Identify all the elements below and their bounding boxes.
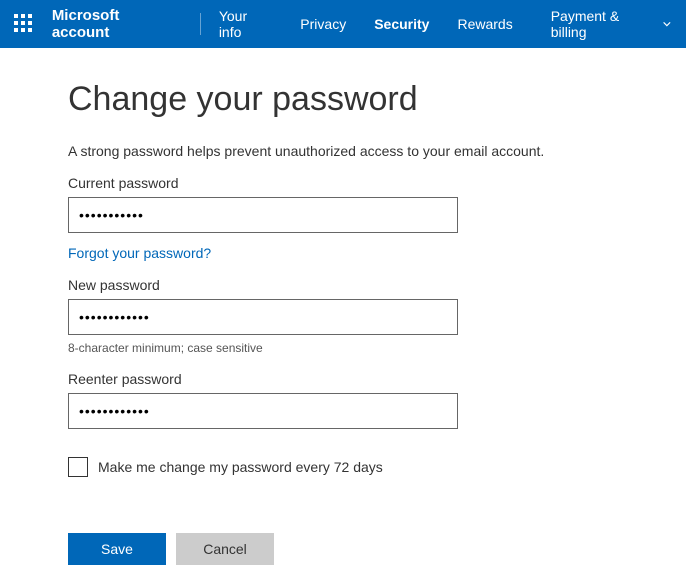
reenter-password-group: Reenter password <box>68 371 600 429</box>
change-every-72-days-row: Make me change my password every 72 days <box>68 457 600 477</box>
change-every-72-days-label: Make me change my password every 72 days <box>98 459 383 475</box>
nav-payment-billing[interactable]: Payment & billing <box>551 8 672 40</box>
button-row: Save Cancel <box>68 533 600 565</box>
cancel-button[interactable]: Cancel <box>176 533 274 565</box>
app-launcher-icon[interactable] <box>14 14 34 34</box>
reenter-password-label: Reenter password <box>68 371 600 387</box>
reenter-password-input[interactable] <box>68 393 458 429</box>
chevron-down-icon <box>662 19 672 29</box>
top-header: Microsoft account Your info Privacy Secu… <box>0 0 686 48</box>
top-nav: Your info Privacy Security Rewards Payme… <box>219 8 672 40</box>
nav-your-info[interactable]: Your info <box>219 8 272 40</box>
main-content: Change your password A strong password h… <box>0 48 600 565</box>
separator <box>200 13 201 35</box>
new-password-label: New password <box>68 277 600 293</box>
password-hint: 8-character minimum; case sensitive <box>68 341 600 355</box>
brand-title[interactable]: Microsoft account <box>52 7 180 41</box>
page-title: Change your password <box>68 80 600 119</box>
nav-privacy[interactable]: Privacy <box>300 16 346 32</box>
change-every-72-days-checkbox[interactable] <box>68 457 88 477</box>
save-button[interactable]: Save <box>68 533 166 565</box>
new-password-input[interactable] <box>68 299 458 335</box>
nav-rewards[interactable]: Rewards <box>457 16 512 32</box>
current-password-input[interactable] <box>68 197 458 233</box>
page-subtitle: A strong password helps prevent unauthor… <box>68 143 600 159</box>
nav-security[interactable]: Security <box>374 16 429 32</box>
forgot-password-link[interactable]: Forgot your password? <box>68 245 211 261</box>
current-password-group: Current password <box>68 175 600 233</box>
nav-payment-label: Payment & billing <box>551 8 657 40</box>
new-password-group: New password <box>68 277 600 335</box>
current-password-label: Current password <box>68 175 600 191</box>
